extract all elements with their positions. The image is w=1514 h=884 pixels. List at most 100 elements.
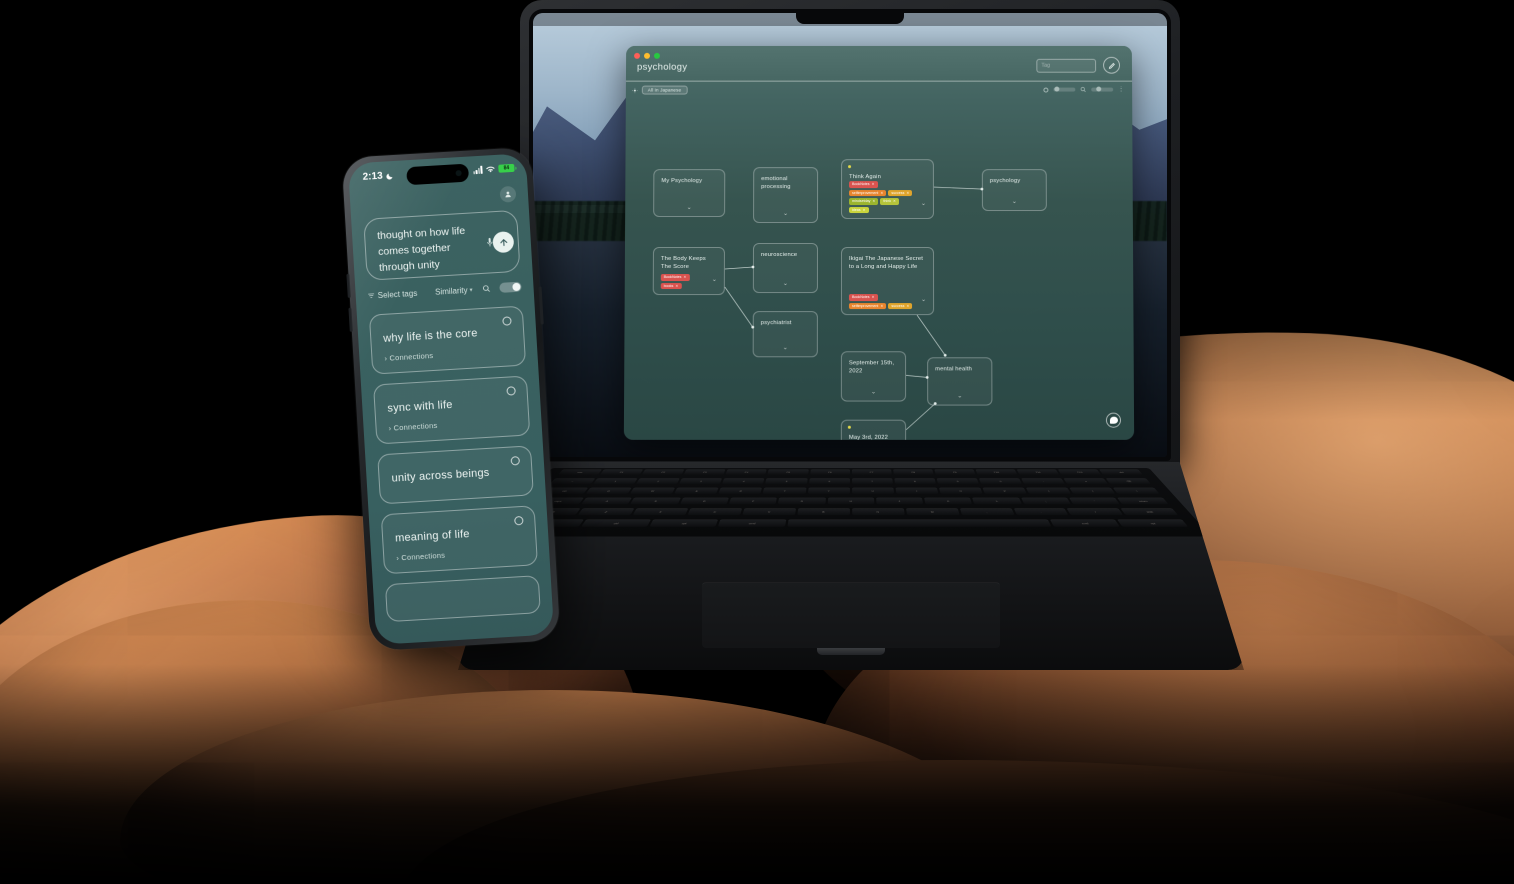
tag-chip[interactable]: books ✕ bbox=[660, 282, 682, 290]
key[interactable]: F9 bbox=[934, 469, 976, 475]
key[interactable]: 7 bbox=[852, 478, 894, 485]
zoom-slider[interactable] bbox=[1053, 87, 1076, 92]
key[interactable]: X bbox=[632, 508, 689, 516]
key[interactable]: P bbox=[982, 487, 1028, 494]
key[interactable]: J bbox=[876, 497, 924, 505]
key[interactable]: E bbox=[674, 487, 720, 494]
key[interactable]: F2 bbox=[642, 469, 685, 475]
key[interactable]: esc bbox=[558, 469, 603, 475]
circle-icon[interactable] bbox=[1043, 87, 1049, 93]
key[interactable]: I bbox=[895, 487, 939, 494]
tag-input[interactable]: Tag bbox=[1036, 58, 1097, 73]
key[interactable]: 8 bbox=[894, 478, 937, 485]
key[interactable]: S bbox=[630, 497, 682, 505]
key[interactable]: F12 bbox=[1058, 469, 1102, 475]
tag-remove-icon[interactable]: ✕ bbox=[675, 283, 678, 290]
node-tags[interactable]: BookNotes ✕ selfimprovement ✕ success ✕ bbox=[848, 294, 913, 310]
chevron-down-icon[interactable]: ⌄ bbox=[871, 389, 876, 395]
close-icon[interactable] bbox=[634, 52, 641, 59]
chevron-down-icon[interactable]: ⌄ bbox=[687, 205, 692, 211]
key[interactable]: , bbox=[959, 508, 1015, 516]
key[interactable]: 5 bbox=[765, 478, 808, 485]
key[interactable]: M bbox=[905, 508, 960, 516]
graph-node[interactable]: September 15th, 2022 ⌄ bbox=[840, 351, 907, 402]
tag-chip[interactable]: think ✕ bbox=[880, 198, 899, 205]
key[interactable]: L bbox=[972, 497, 1022, 505]
key[interactable]: B bbox=[797, 508, 850, 516]
key-space[interactable] bbox=[787, 519, 1052, 527]
tag-remove-icon[interactable]: ✕ bbox=[863, 207, 866, 213]
chevron-down-icon[interactable]: ⌄ bbox=[783, 281, 788, 287]
key[interactable]: F11 bbox=[1017, 469, 1060, 475]
key[interactable]: C bbox=[687, 508, 743, 516]
key[interactable]: H bbox=[827, 497, 875, 505]
tag-remove-icon[interactable]: ✕ bbox=[880, 303, 883, 310]
breadcrumb-chip[interactable]: All in Japanese bbox=[641, 85, 688, 95]
graph-node[interactable]: psychiatrist ⌄ bbox=[752, 311, 818, 358]
key[interactable]: R bbox=[719, 487, 763, 494]
key[interactable]: 3 bbox=[679, 478, 723, 485]
results-list[interactable]: why life is the core › Connections sync … bbox=[368, 305, 542, 645]
minimize-icon[interactable] bbox=[644, 52, 651, 59]
key[interactable]: 2 bbox=[636, 478, 681, 485]
key[interactable]: K bbox=[924, 497, 973, 505]
chat-bubble-icon[interactable] bbox=[1105, 412, 1122, 428]
search-submit-button[interactable] bbox=[492, 231, 515, 254]
list-item[interactable]: meaning of life › Connections bbox=[380, 505, 539, 575]
tag-remove-icon[interactable]: ✕ bbox=[880, 190, 883, 196]
key[interactable]: 9 bbox=[936, 478, 980, 485]
key[interactable]: opt bbox=[649, 519, 719, 527]
key[interactable]: U bbox=[852, 487, 895, 494]
more-vertical-icon[interactable]: ⋮ bbox=[1118, 86, 1124, 92]
tag-chip[interactable]: success ✕ bbox=[888, 189, 913, 197]
graph-node[interactable]: emotional processing ⌄ bbox=[753, 167, 819, 224]
key[interactable]: D bbox=[680, 497, 730, 505]
key[interactable]: / bbox=[1067, 508, 1125, 516]
laptop-trackpad[interactable] bbox=[701, 582, 1001, 648]
chevron-down-icon[interactable]: ⌄ bbox=[783, 345, 788, 351]
node-tags[interactable]: BookNotes ✕ selfimprovement ✕ success ✕ min… bbox=[849, 181, 913, 214]
graph-node[interactable]: My Psychology ⌄ bbox=[653, 169, 726, 218]
key[interactable]: 0 bbox=[979, 478, 1023, 485]
key[interactable]: Z bbox=[577, 508, 635, 516]
key[interactable]: 1 bbox=[593, 478, 639, 485]
chevron-down-icon[interactable]: ⌄ bbox=[783, 211, 788, 217]
key[interactable]: F bbox=[729, 497, 778, 505]
chevron-down-icon[interactable]: ⌄ bbox=[921, 201, 926, 207]
key[interactable]: F8 bbox=[893, 469, 934, 475]
tag-remove-icon[interactable]: ✕ bbox=[872, 198, 875, 204]
canvas-toolbar[interactable]: ⋮ bbox=[1043, 86, 1124, 93]
graph-node[interactable]: neuroscience ⌄ bbox=[752, 242, 818, 294]
graph-node[interactable]: Ikigai The Japanese Secret to a Long and… bbox=[840, 246, 935, 316]
key[interactable]: \ bbox=[1113, 487, 1161, 494]
key[interactable]: Q bbox=[585, 487, 633, 494]
key[interactable]: Y bbox=[807, 487, 850, 494]
tag-chip[interactable]: selfimprovement ✕ bbox=[848, 302, 887, 310]
tag-remove-icon[interactable]: ✕ bbox=[906, 303, 909, 310]
connections-link[interactable]: › Connections bbox=[384, 346, 512, 363]
tag-chip[interactable]: success ✕ bbox=[888, 302, 913, 310]
search-input[interactable]: thought on how life comes together throu… bbox=[363, 209, 521, 281]
maximize-icon[interactable] bbox=[653, 52, 660, 59]
key[interactable]: F6 bbox=[810, 469, 851, 475]
key[interactable]: W bbox=[630, 487, 676, 494]
key[interactable]: N bbox=[852, 508, 905, 516]
key[interactable]: F7 bbox=[852, 469, 892, 475]
laptop-keyboard[interactable]: esc F1 F2 F3 F4 F5 F6 F7 F8 F9 F10 F11 F12 del ~1 2 3 4 5… bbox=[490, 468, 1212, 537]
select-tags-button[interactable]: Select tags bbox=[367, 288, 417, 300]
chevron-down-icon[interactable]: ⌄ bbox=[957, 393, 962, 399]
tag-remove-icon[interactable]: ✕ bbox=[893, 198, 896, 204]
chevron-down-icon[interactable]: ⌄ bbox=[712, 277, 717, 283]
tag-chip[interactable]: selfimprovement ✕ bbox=[849, 189, 887, 197]
key[interactable]: O bbox=[939, 487, 984, 494]
key[interactable]: 6 bbox=[808, 478, 850, 485]
key[interactable]: . bbox=[1013, 508, 1070, 516]
key[interactable]: return bbox=[1117, 497, 1170, 505]
key[interactable]: ] bbox=[1069, 487, 1117, 494]
key[interactable]: F5 bbox=[768, 469, 809, 475]
connections-link[interactable]: › Connections bbox=[388, 416, 516, 433]
chevron-down-icon[interactable]: ⌄ bbox=[1012, 199, 1017, 205]
graph-canvas[interactable]: My Psychology ⌄ emotional processing ⌄ T… bbox=[624, 100, 1134, 440]
chevron-down-icon[interactable]: ⌄ bbox=[921, 297, 926, 303]
key[interactable]: G bbox=[778, 497, 826, 505]
